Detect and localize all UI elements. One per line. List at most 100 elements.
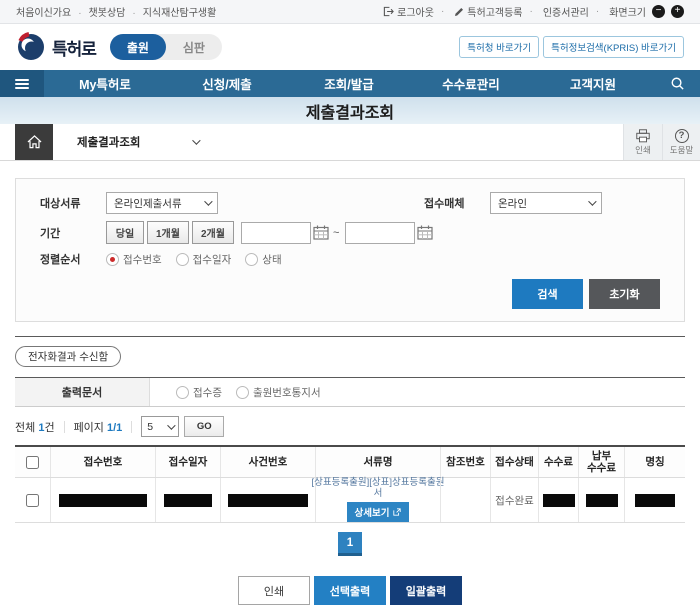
calendar-from-button[interactable] bbox=[313, 225, 329, 240]
col-case-no: 사건번호 bbox=[220, 447, 315, 477]
chevron-down-icon bbox=[204, 197, 212, 205]
chevron-down-icon bbox=[167, 421, 175, 429]
tab-application[interactable]: 출원 bbox=[110, 34, 166, 60]
kipris-shortcut-button[interactable]: 특허정보검색(KPRIS) 바로가기 bbox=[543, 36, 684, 58]
tab-trial[interactable]: 심판 bbox=[166, 34, 222, 60]
page-1-button[interactable]: 1 bbox=[338, 532, 362, 556]
link-first-visit[interactable]: 처음이신가요 bbox=[16, 4, 71, 19]
pencil-icon bbox=[454, 7, 464, 17]
chevron-down-icon bbox=[588, 197, 596, 205]
help-button[interactable]: ? 도움말 bbox=[662, 124, 700, 160]
search-button[interactable]: 검색 bbox=[512, 279, 583, 309]
hamburger-menu-icon[interactable] bbox=[0, 70, 44, 97]
breadcrumb: 제출결과조회 인쇄 ? 도움말 bbox=[0, 124, 700, 161]
mode-tabs: 출원 심판 bbox=[110, 34, 222, 60]
search-form: 대상서류 온라인제출서류 접수매체 온라인 기간 당일 1개월 2개월 ~ bbox=[15, 178, 685, 322]
date-to-input[interactable] bbox=[345, 222, 415, 244]
sort-receipt-no-radio[interactable]: 접수번호 bbox=[106, 252, 162, 267]
go-button[interactable]: GO bbox=[184, 416, 224, 437]
period-today-button[interactable]: 당일 bbox=[106, 221, 144, 244]
customer-registration-link[interactable]: 특허고객등록 bbox=[434, 4, 523, 19]
pagination: 1 bbox=[15, 532, 685, 556]
radio-icon bbox=[236, 386, 249, 399]
chevron-down-icon bbox=[193, 136, 201, 144]
output-doc-options: 접수증 출원번호통지서 bbox=[150, 378, 321, 406]
sort-status-radio[interactable]: 상태 bbox=[245, 252, 281, 267]
section-divider bbox=[15, 336, 685, 337]
breadcrumb-tools: 인쇄 ? 도움말 bbox=[623, 124, 700, 160]
radio-icon bbox=[245, 253, 258, 266]
col-paid-fee: 납부 수수료 bbox=[578, 447, 624, 477]
output-document-section: 출력문서 접수증 출원번호통지서 bbox=[15, 378, 685, 407]
divider bbox=[131, 421, 132, 433]
certificate-management-link[interactable]: 인증서관리 bbox=[523, 4, 589, 19]
table-row: [상표등록출원][상표]상표등록출원서 상세보기 접수완료 bbox=[15, 478, 685, 523]
col-receipt-no: 접수번호 bbox=[50, 447, 155, 477]
application-number-notice-radio[interactable]: 출원번호통지서 bbox=[236, 385, 321, 400]
link-chatbot[interactable]: 챗봇상담 bbox=[71, 4, 125, 19]
patent-office-logo[interactable]: 특허로 bbox=[16, 32, 96, 62]
document-name-link[interactable]: [상표등록출원][상표]상표등록출원서 bbox=[309, 478, 447, 499]
redacted-case-no bbox=[228, 494, 308, 507]
digitization-inbox-button[interactable]: 전자화결과 수신함 bbox=[15, 346, 121, 367]
status-badge: 접수완료 bbox=[495, 493, 534, 508]
kipo-logo-icon bbox=[16, 32, 46, 62]
quick-links: 특허청 바로가기 특허정보검색(KPRIS) 바로가기 bbox=[459, 36, 684, 58]
sort-receipt-date-radio[interactable]: 접수일자 bbox=[176, 252, 232, 267]
zoom-out-button[interactable]: − bbox=[652, 5, 665, 18]
target-doc-select[interactable]: 온라인제출서류 bbox=[106, 192, 218, 214]
header: 특허로 출원 심판 특허청 바로가기 특허정보검색(KPRIS) 바로가기 bbox=[0, 24, 700, 70]
nav-inquiry-issue[interactable]: 조회/발급 bbox=[288, 70, 410, 97]
logout-link[interactable]: 로그아웃 bbox=[383, 4, 434, 19]
redacted-receipt-no bbox=[59, 494, 147, 507]
media-select[interactable]: 온라인 bbox=[490, 192, 602, 214]
redacted-receipt-date bbox=[164, 494, 212, 507]
breadcrumb-select[interactable]: 제출결과조회 bbox=[53, 124, 222, 160]
printer-icon bbox=[635, 129, 651, 143]
col-doc-name: 서류명 bbox=[315, 447, 440, 477]
radio-icon bbox=[176, 253, 189, 266]
nav-customer-support[interactable]: 고객지원 bbox=[532, 70, 654, 97]
period-1month-button[interactable]: 1개월 bbox=[147, 221, 189, 244]
media-label: 접수매체 bbox=[424, 195, 490, 211]
period-2month-button[interactable]: 2개월 bbox=[192, 221, 234, 244]
footer-actions: 인쇄 선택출력 일괄출력 bbox=[15, 576, 685, 605]
selected-output-button[interactable]: 선택출력 bbox=[314, 576, 386, 605]
nav-fee-management[interactable]: 수수료관리 bbox=[410, 70, 532, 97]
nav-apply-submit[interactable]: 신청/제출 bbox=[166, 70, 288, 97]
divider bbox=[64, 421, 65, 433]
print-page-button[interactable]: 인쇄 bbox=[624, 124, 662, 160]
print-button[interactable]: 인쇄 bbox=[238, 576, 310, 605]
batch-output-button[interactable]: 일괄출력 bbox=[390, 576, 462, 605]
main-nav: My특허로 신청/제출 조회/발급 수수료관리 고객지원 bbox=[0, 70, 700, 97]
sort-order-label: 정렬순서 bbox=[40, 251, 106, 267]
list-controls: 전체 1건 페이지 1/1 5 GO bbox=[15, 416, 685, 437]
select-all-checkbox[interactable] bbox=[26, 456, 39, 469]
search-icon[interactable] bbox=[654, 70, 700, 97]
logo-text: 특허로 bbox=[52, 35, 96, 60]
nav-my-patent[interactable]: My특허로 bbox=[44, 70, 166, 97]
date-from-input[interactable] bbox=[241, 222, 311, 244]
output-document-tab[interactable]: 출력문서 bbox=[15, 378, 150, 406]
radio-icon bbox=[176, 386, 189, 399]
zoom-in-button[interactable]: + bbox=[671, 5, 684, 18]
kipo-shortcut-button[interactable]: 특허청 바로가기 bbox=[459, 36, 539, 58]
content-area: 대상서류 온라인제출서류 접수매체 온라인 기간 당일 1개월 2개월 ~ bbox=[0, 178, 700, 605]
external-link-icon bbox=[393, 508, 401, 516]
logout-icon bbox=[383, 6, 394, 17]
col-name: 명칭 bbox=[624, 447, 685, 477]
total-count-text: 전체 1건 bbox=[15, 419, 55, 435]
row-checkbox[interactable] bbox=[26, 494, 39, 507]
reset-button[interactable]: 초기화 bbox=[589, 279, 660, 309]
link-ip-life[interactable]: 지식재산탐구생활 bbox=[125, 4, 216, 19]
detail-view-button[interactable]: 상세보기 bbox=[347, 502, 410, 522]
calendar-to-button[interactable] bbox=[417, 225, 433, 240]
receipt-doc-radio[interactable]: 접수증 bbox=[176, 385, 222, 400]
page-size-select[interactable]: 5 bbox=[141, 416, 179, 437]
col-receipt-status: 접수상태 bbox=[490, 447, 538, 477]
home-icon[interactable] bbox=[15, 124, 53, 160]
period-label: 기간 bbox=[40, 225, 106, 241]
utility-bar: 처음이신가요 챗봇상담 지식재산탐구생활 로그아웃 특허고객등록 인증서관리 화… bbox=[0, 0, 700, 24]
col-fee: 수수료 bbox=[538, 447, 578, 477]
col-ref-no: 참조번호 bbox=[440, 447, 490, 477]
